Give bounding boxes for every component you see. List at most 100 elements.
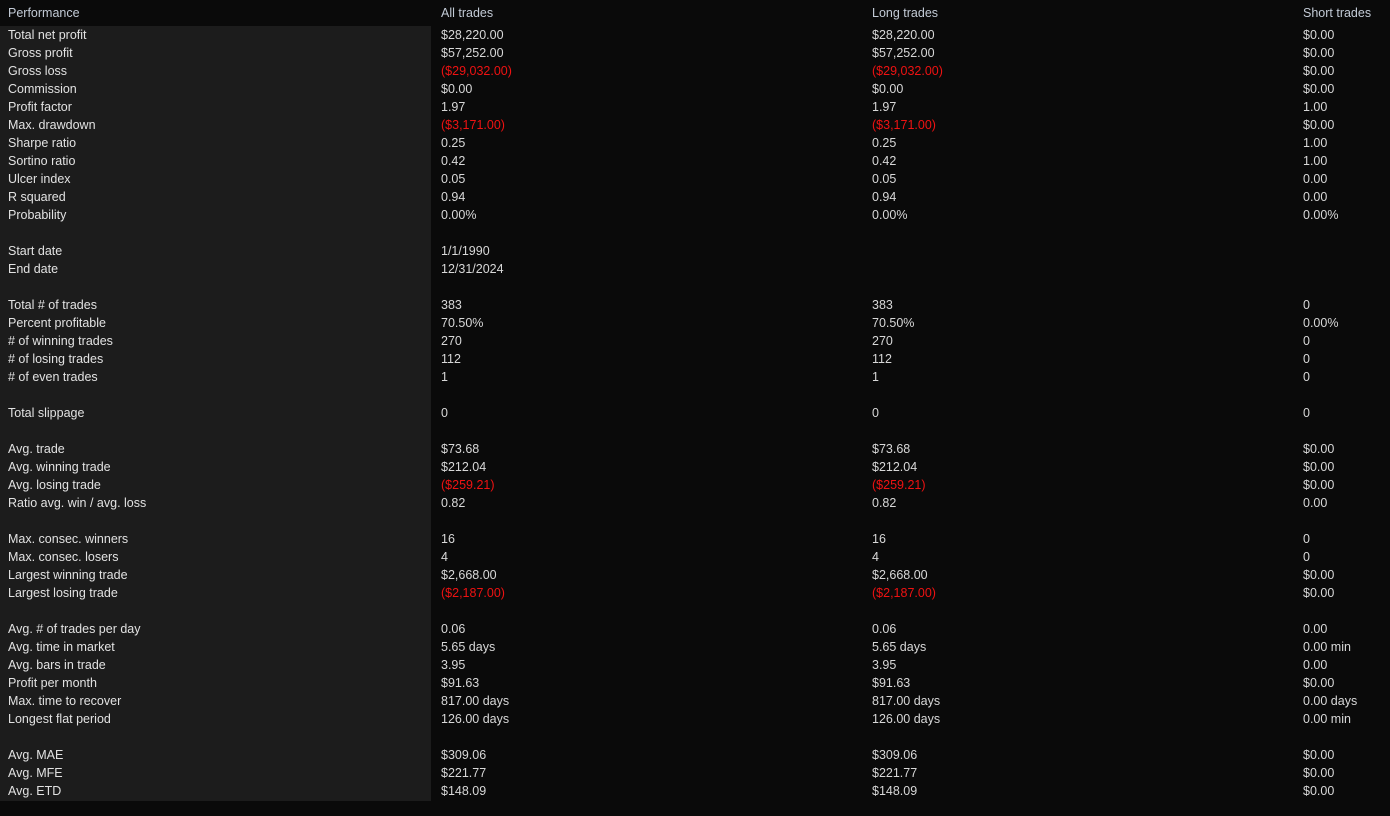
row-label: Max. time to recover <box>8 694 122 708</box>
table-row[interactable]: Max. consec. winners 16 16 0 <box>0 530 1390 548</box>
performance-report: Performance All trades Long trades Short… <box>0 0 1390 816</box>
table-row[interactable]: Max. time to recover 817.00 days 817.00 da… <box>0 692 1390 710</box>
table-header-row: Performance All trades Long trades Short… <box>0 0 1390 26</box>
cell-all-trades: 0.25 <box>441 136 466 150</box>
table-row[interactable]: Start date 1/1/1990 <box>0 242 1390 260</box>
cell-all-trades: 0.06 <box>441 622 466 636</box>
column-header-performance[interactable]: Performance <box>8 5 80 21</box>
cell-long-trades: ($259.21) <box>872 478 926 492</box>
table-row[interactable]: Avg. losing trade ($259.21) ($259.21) $0.00 <box>0 476 1390 494</box>
cell-all-trades: 1 <box>441 370 448 384</box>
cell-all-trades: $57,252.00 <box>441 46 504 60</box>
table-row[interactable]: Total net profit $28,220.00 $28,220.00 $0.0… <box>0 26 1390 44</box>
table-row[interactable]: Avg. MFE $221.77 $221.77 $0.00 <box>0 764 1390 782</box>
cell-all-trades: 4 <box>441 550 448 564</box>
table-row[interactable]: Total # of trades 383 383 0 <box>0 296 1390 314</box>
cell-short-trades: 0 <box>1303 334 1310 348</box>
cell-short-trades: $0.00 <box>1303 118 1335 132</box>
table-row[interactable]: Avg. bars in trade 3.95 3.95 0.00 <box>0 656 1390 674</box>
table-row[interactable]: Gross loss ($29,032.00) ($29,032.00) $0.00 <box>0 62 1390 80</box>
cell-all-trades: 817.00 days <box>441 694 510 708</box>
row-label: Avg. trade <box>8 442 65 456</box>
column-header-short-trades[interactable]: Short trades <box>1303 5 1371 21</box>
cell-all-trades: $0.00 <box>441 82 473 96</box>
cell-all-trades: 5.65 days <box>441 640 496 654</box>
row-label: Largest winning trade <box>8 568 128 582</box>
table-row[interactable]: Avg. MAE $309.06 $309.06 $0.00 <box>0 746 1390 764</box>
cell-short-trades: 0.00 min <box>1303 640 1351 654</box>
cell-long-trades: 16 <box>872 532 886 546</box>
table-row[interactable]: Sortino ratio 0.42 0.42 1.00 <box>0 152 1390 170</box>
row-label: Gross profit <box>8 46 73 60</box>
cell-all-trades: ($29,032.00) <box>441 64 512 78</box>
table-row[interactable]: Longest flat period 126.00 days 126.00 day… <box>0 710 1390 728</box>
table-row[interactable]: Ratio avg. win / avg. loss 0.82 0.82 0.00 <box>0 494 1390 512</box>
row-label: Ulcer index <box>8 172 71 186</box>
cell-all-trades: ($2,187.00) <box>441 586 505 600</box>
section-separator <box>0 512 1390 530</box>
cell-short-trades: 0.00 <box>1303 172 1328 186</box>
cell-short-trades: 0.00% <box>1303 208 1339 222</box>
table-row[interactable]: Total slippage 0 0 0 <box>0 404 1390 422</box>
column-header-long-trades[interactable]: Long trades <box>872 5 938 21</box>
cell-long-trades: 3.95 <box>872 658 897 672</box>
table-row[interactable]: End date 12/31/2024 <box>0 260 1390 278</box>
table-row[interactable]: Probability 0.00% 0.00% 0.00% <box>0 206 1390 224</box>
cell-short-trades: 0 <box>1303 298 1310 312</box>
cell-long-trades: $91.63 <box>872 676 911 690</box>
cell-long-trades: 0.06 <box>872 622 897 636</box>
cell-all-trades: 3.95 <box>441 658 466 672</box>
cell-short-trades: 0.00 min <box>1303 712 1351 726</box>
row-label: Profit per month <box>8 676 97 690</box>
table-row[interactable]: # of even trades 1 1 0 <box>0 368 1390 386</box>
row-label: Total net profit <box>8 28 87 42</box>
cell-long-trades: $0.00 <box>872 82 904 96</box>
cell-short-trades: $0.00 <box>1303 568 1335 582</box>
cell-short-trades: 1.00 <box>1303 154 1328 168</box>
section-separator <box>0 422 1390 440</box>
cell-all-trades: 0.00% <box>441 208 477 222</box>
row-label: End date <box>8 262 59 276</box>
table-row[interactable]: Largest winning trade $2,668.00 $2,668.00 $… <box>0 566 1390 584</box>
table-row[interactable]: Sharpe ratio 0.25 0.25 1.00 <box>0 134 1390 152</box>
table-row[interactable]: Largest losing trade ($2,187.00) ($2,187.0… <box>0 584 1390 602</box>
cell-long-trades: 0 <box>872 406 879 420</box>
table-row[interactable]: Percent profitable 70.50% 70.50% 0.00% <box>0 314 1390 332</box>
cell-long-trades: $28,220.00 <box>872 28 935 42</box>
cell-all-trades: 383 <box>441 298 462 312</box>
table-row[interactable]: Avg. # of trades per day 0.06 0.06 0.00 <box>0 620 1390 638</box>
row-label: Avg. MFE <box>8 766 63 780</box>
table-row[interactable]: R squared 0.94 0.94 0.00 <box>0 188 1390 206</box>
table-row[interactable]: Profit factor 1.97 1.97 1.00 <box>0 98 1390 116</box>
row-label: Longest flat period <box>8 712 111 726</box>
row-label: Probability <box>8 208 67 222</box>
cell-all-trades: $91.63 <box>441 676 480 690</box>
table-row[interactable]: # of winning trades 270 270 0 <box>0 332 1390 350</box>
cell-all-trades: ($259.21) <box>441 478 495 492</box>
table-row[interactable]: Commission $0.00 $0.00 $0.00 <box>0 80 1390 98</box>
row-label: R squared <box>8 190 66 204</box>
table-row[interactable]: Avg. ETD $148.09 $148.09 $0.00 <box>0 782 1390 800</box>
table-row[interactable]: Gross profit $57,252.00 $57,252.00 $0.00 <box>0 44 1390 62</box>
cell-long-trades: 383 <box>872 298 893 312</box>
cell-short-trades: 0.00% <box>1303 316 1339 330</box>
table-row[interactable]: Ulcer index 0.05 0.05 0.00 <box>0 170 1390 188</box>
cell-all-trades: 0.82 <box>441 496 466 510</box>
section-separator <box>0 728 1390 746</box>
table-row[interactable]: Max. drawdown ($3,171.00) ($3,171.00) $0.00 <box>0 116 1390 134</box>
cell-short-trades: $0.00 <box>1303 64 1335 78</box>
table-row[interactable]: Avg. time in market 5.65 days 5.65 days 0.0… <box>0 638 1390 656</box>
table-row[interactable]: Profit per month $91.63 $91.63 $0.00 <box>0 674 1390 692</box>
column-header-all-trades[interactable]: All trades <box>441 5 493 21</box>
cell-long-trades: 4 <box>872 550 879 564</box>
table-row[interactable]: Avg. trade $73.68 $73.68 $0.00 <box>0 440 1390 458</box>
table-row[interactable]: Max. consec. losers 4 4 0 <box>0 548 1390 566</box>
row-label: Sharpe ratio <box>8 136 77 150</box>
cell-short-trades: $0.00 <box>1303 478 1335 492</box>
row-label: Max. drawdown <box>8 118 96 132</box>
section-separator <box>0 224 1390 242</box>
cell-all-trades: 1.97 <box>441 100 466 114</box>
table-row[interactable]: Avg. winning trade $212.04 $212.04 $0.00 <box>0 458 1390 476</box>
table-row[interactable]: # of losing trades 112 112 0 <box>0 350 1390 368</box>
cell-long-trades: 0.05 <box>872 172 897 186</box>
